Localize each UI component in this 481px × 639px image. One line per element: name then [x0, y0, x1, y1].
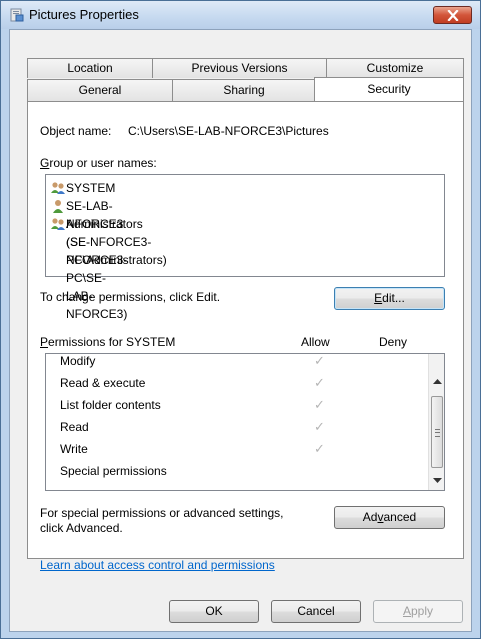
table-row: Special permissions [46, 461, 426, 483]
group-or-user-names-label: Group or user names: [40, 156, 157, 170]
allow-check-icon: ✓ [314, 441, 325, 456]
edit-button[interactable]: Edit... [334, 287, 445, 310]
cancel-button[interactable]: Cancel [271, 600, 361, 623]
allow-check-icon: ✓ [314, 419, 325, 434]
permission-name: Special permissions [60, 464, 167, 478]
table-row: List folder contents ✓ [46, 395, 426, 417]
object-name-value: C:\Users\SE-LAB-NFORCE3\Pictures [128, 124, 329, 138]
allow-check-icon: ✓ [314, 397, 325, 412]
special-permissions-text-line1: For special permissions or advanced sett… [40, 506, 284, 520]
learn-access-control-link[interactable]: Learn about access control and permissio… [40, 558, 275, 572]
permissions-label: Permissions for SYSTEM [40, 335, 176, 349]
permission-name: Modify [60, 354, 96, 368]
permission-name: Read [60, 420, 89, 434]
permission-name: Read & execute [60, 376, 146, 390]
user-group-icon [51, 218, 65, 230]
table-row: Read & execute ✓ [46, 373, 426, 395]
ok-button[interactable]: OK [169, 600, 259, 623]
advanced-button[interactable]: Advanced [334, 506, 445, 529]
permissions-list[interactable]: Modify ✓ Read & execute ✓ List folder co… [45, 353, 445, 491]
properties-window: Pictures Properties Location Previous Ve… [0, 0, 481, 639]
scroll-up-arrow-icon[interactable] [433, 378, 442, 384]
user-icon [53, 200, 63, 213]
allow-column-header: Allow [301, 335, 330, 349]
apply-button[interactable]: Apply [373, 600, 463, 623]
user-name: SYSTEM [66, 181, 116, 195]
permissions-scrollbar[interactable] [428, 354, 444, 490]
allow-check-icon: ✓ [314, 375, 325, 390]
user-group-icon [51, 182, 65, 194]
object-name-label: Object name: [40, 124, 112, 138]
user-name: Administrators (SE-NFORCE3-PC\Administra… [66, 217, 167, 267]
user-list[interactable]: SYSTEM SE-LAB-NFORCE3 (SE-NFORCE3-PC\SE-… [45, 174, 445, 321]
allow-check-icon: ✓ [314, 353, 325, 368]
deny-column-header: Deny [379, 335, 408, 349]
permission-name: Write [60, 442, 88, 456]
permission-name: List folder contents [60, 398, 161, 412]
table-row: Modify ✓ [46, 353, 426, 373]
table-row: Write ✓ [46, 439, 426, 461]
scrollbar-thumb[interactable] [431, 396, 443, 468]
table-row: Read ✓ [46, 417, 426, 439]
special-permissions-text-line2: click Advanced. [40, 521, 123, 535]
change-permissions-text: To change permissions, click Edit. [40, 290, 221, 304]
scroll-down-arrow-icon[interactable] [433, 478, 442, 484]
